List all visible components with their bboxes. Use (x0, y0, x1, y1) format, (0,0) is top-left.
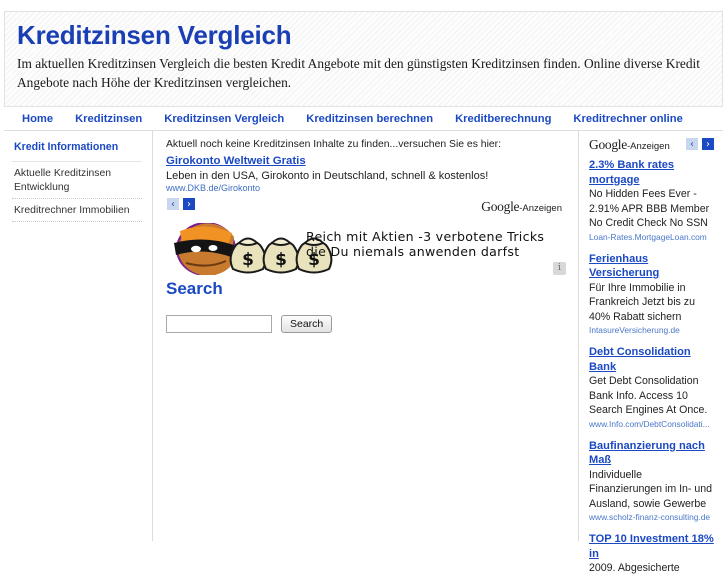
banner-caption: Reich mit Aktien -3 verbotene Tricks die… (306, 229, 544, 259)
sidebar-ad-line: Für Ihre Immobilie in (589, 281, 686, 294)
banner-artwork[interactable]: $ $ $ Reich mit Aktien -3 verbotene Tric… (166, 222, 574, 276)
sidebar-ad-line: Frankreich Jetzt bis zu (589, 296, 695, 308)
chevron-left-icon[interactable]: ‹ (166, 197, 180, 211)
search-heading: Search (166, 279, 223, 298)
left-sidebar: Kredit Informationen Aktuelle Kreditzins… (4, 131, 153, 541)
empty-content-notice: Aktuell noch keine Kreditzinsen Inhalte … (166, 139, 502, 150)
svg-text:$: $ (242, 250, 254, 270)
chevron-right-icon[interactable]: › (701, 136, 715, 151)
nav-item-kreditzinsen-vergleich[interactable]: Kreditzinsen Vergleich (164, 113, 284, 125)
nav-item-home[interactable]: Home (22, 113, 53, 125)
sidebar-ad-line: Ausland, sowie Gewerbe (589, 497, 707, 510)
chevron-left-icon[interactable]: ‹ (685, 136, 699, 151)
sidebar-ad-title[interactable]: Ferienhaus Versicherung (589, 252, 719, 281)
sidebar-ad-url[interactable]: www.Info.com/DebtConsolidati... (589, 418, 719, 430)
site-header: Kreditzinsen Vergleich Im aktuellen Kred… (4, 11, 723, 107)
sidebar-ad-line: 2.91% APR BBB Member (589, 202, 710, 215)
sidebar-ad-title[interactable]: Debt Consolidation Bank (589, 345, 719, 374)
sidebar-ad-line: Bank Info. Access 10 (589, 389, 688, 402)
banner-ad[interactable]: Google-Anzeigen $ $ $ Reich mit Aktien -… (166, 199, 566, 276)
inline-ad-title[interactable]: Girokonto Weltweit Gratis (166, 155, 566, 167)
sidebar-ad-url[interactable]: www.scholz-finanz-consulting.de (589, 511, 719, 523)
nav-item-kreditzinsen[interactable]: Kreditzinsen (75, 113, 142, 125)
svg-text:$: $ (275, 250, 287, 270)
google-ads-suffix: -Anzeigen (626, 141, 670, 152)
nav-item-kreditrechner-online[interactable]: Kreditrechner online (573, 113, 682, 125)
sidebar-divider (12, 198, 142, 199)
site-tagline: Im aktuellen Kreditzinsen Vergleich die … (17, 56, 700, 90)
left-sidebar-heading: Kredit Informationen (14, 141, 119, 153)
page-root: Kreditzinsen Vergleich Im aktuellen Kred… (0, 0, 727, 574)
inline-ad-url[interactable]: www.DKB.de/Girokonto (166, 183, 566, 194)
sidebar-ad-line: Search Engines At Once. (589, 404, 708, 416)
chevron-right-icon[interactable]: › (182, 197, 196, 211)
sidebar-ad-line: 40% Rabatt sichern (589, 310, 682, 323)
page-title: Kreditzinsen Vergleich (17, 20, 292, 50)
nav-item-kreditzinsen-berechnen[interactable]: Kreditzinsen berechnen (306, 113, 433, 125)
sidebar-ad: Baufinanzierung nach Maß Individuelle Fi… (589, 439, 719, 524)
sidebar-divider (12, 221, 142, 222)
ad-pager: ‹ › (166, 197, 196, 211)
google-brand-text: Google (481, 199, 520, 214)
right-sidebar: Google-Anzeigen ‹ › 2.3% Bank rates mort… (578, 131, 723, 574)
sidebar-ad-line: Individuelle (589, 468, 643, 481)
sidebar-ad-url[interactable]: IntasureVersicherung.de (589, 324, 719, 336)
sidebar-ad: Ferienhaus Versicherung Für Ihre Immobil… (589, 252, 719, 337)
sidebar-ad-title[interactable]: 2.3% Bank rates mortgage (589, 158, 719, 187)
banner-caption-line2: die Du niemals anwenden darfst (306, 244, 520, 259)
content-columns: Kredit Informationen Aktuelle Kreditzins… (4, 131, 723, 574)
google-ads-suffix: -Anzeigen (519, 203, 562, 214)
ads-pager: ‹ › (685, 136, 715, 151)
nav-item-kreditberechnung[interactable]: Kreditberechnung (455, 113, 551, 125)
sidebar-ad-title[interactable]: TOP 10 Investment 18% in (589, 532, 719, 561)
sidebar-item-kreditrechner-immobilien[interactable]: Kreditrechner Immobilien (14, 204, 142, 218)
google-ads-label: Google-Anzeigen (481, 199, 562, 215)
sidebar-ad-line: No Hidden Fees Ever - (589, 188, 697, 200)
sidebar-ad-line: 2009. Abgesicherte (589, 562, 680, 574)
sidebar-ad-title[interactable]: Baufinanzierung nach Maß (589, 439, 719, 468)
sidebar-ad-line: Finanzierungen im In- und (589, 483, 713, 495)
banner-caption-line1: Reich mit Aktien -3 verbotene Tricks (306, 229, 545, 244)
google-ads-label: Google-Anzeigen (589, 137, 670, 153)
search-button[interactable]: Search (281, 315, 333, 333)
sidebar-item-aktuelle-kreditzinsen-entwicklung[interactable]: Aktuelle Kreditzinsen Entwicklung (14, 167, 142, 195)
main-content: Aktuell noch keine Kreditzinsen Inhalte … (154, 131, 578, 541)
google-ads-header: Google-Anzeigen ‹ › (589, 136, 719, 153)
sidebar-ad-line: No Credit Check No SSN (589, 217, 708, 229)
sidebar-ad: TOP 10 Investment 18% in 2009. Abgesiche… (589, 532, 719, 576)
sidebar-divider (12, 161, 142, 162)
search-input[interactable] (166, 315, 272, 333)
main-navigation: Home Kreditzinsen Kreditzinsen Vergleich… (4, 108, 723, 131)
sidebar-ad-line: Get Debt Consolidation (589, 375, 699, 387)
google-brand-text: Google (589, 137, 627, 152)
search-form: Search (166, 315, 566, 333)
sidebar-ad: 2.3% Bank rates mortgage No Hidden Fees … (589, 158, 719, 243)
inline-ad-description: Leben in den USA, Girokonto in Deutschla… (166, 170, 489, 182)
sidebar-ad: Debt Consolidation Bank Get Debt Consoli… (589, 345, 719, 430)
sidebar-ad-url[interactable]: Loan-Rates.MortgageLoan.com (589, 231, 719, 243)
info-icon[interactable]: i (553, 262, 566, 275)
